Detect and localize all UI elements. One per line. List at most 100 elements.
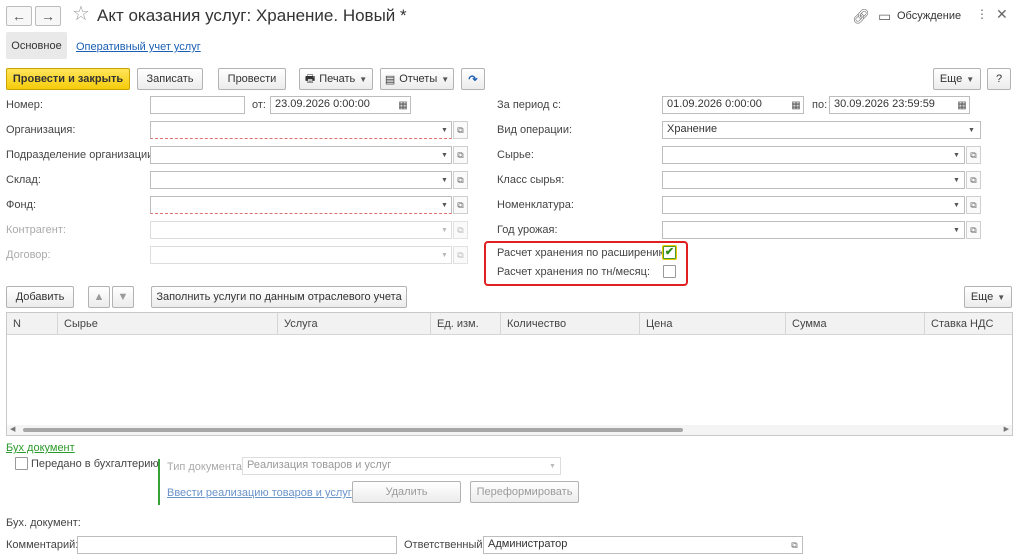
star-icon[interactable]: ☆ [72, 4, 90, 24]
open-icon[interactable]: ⧉ [787, 536, 802, 554]
scroll-left-icon[interactable]: ◀ [10, 425, 15, 433]
organization-label: Организация: [6, 124, 76, 136]
dropdown-icon[interactable]: ▼ [949, 146, 964, 164]
close-icon[interactable]: ✕ [996, 7, 1008, 21]
raw-class-label: Класс сырья: [497, 174, 565, 186]
comment-field[interactable] [77, 536, 397, 554]
dropdown-icon[interactable]: ▼ [949, 221, 964, 239]
column-header[interactable]: Сумма [786, 313, 925, 335]
enter-sale-link[interactable]: Ввести реализацию товаров и услуг [167, 487, 352, 499]
report-icon: ▤ [384, 73, 396, 86]
calendar-icon[interactable]: ▦ [789, 97, 803, 113]
print-label: Печать [319, 73, 356, 85]
open-icon[interactable]: ⧉ [966, 171, 981, 189]
more-button[interactable]: Еще ▼ [933, 68, 981, 90]
open-icon[interactable]: ⧉ [966, 196, 981, 214]
delete-button[interactable]: Удалить [352, 481, 461, 503]
operation-label: Вид операции: [497, 124, 573, 136]
dropdown-icon[interactable]: ▼ [437, 196, 452, 214]
table-more-button[interactable]: Еще ▼ [964, 286, 1012, 308]
more-vertical-icon[interactable]: ⋮ [976, 8, 988, 20]
column-header[interactable]: N [7, 313, 58, 335]
add-row-button[interactable]: Добавить [6, 286, 74, 308]
acc-section-link[interactable]: Бух документ [6, 442, 75, 454]
dropdown-icon[interactable]: ▼ [949, 196, 964, 214]
forward-button[interactable]: → [35, 6, 61, 26]
dropdown-icon[interactable]: ▼ [964, 121, 979, 139]
chevron-down-icon: ▼ [359, 74, 368, 84]
column-header[interactable]: Сырье [58, 313, 278, 335]
dropdown-icon[interactable]: ▼ [437, 121, 452, 139]
period-to-label: по: [812, 99, 828, 111]
tab-main[interactable]: Основное [6, 32, 67, 59]
scroll-right-icon[interactable]: ▶ [1004, 425, 1009, 433]
acc-doc-label: Бух. документ: [6, 517, 81, 529]
arrow-right-icon: → [41, 8, 55, 24]
back-button[interactable]: ← [6, 6, 32, 26]
counterparty-field [150, 221, 452, 239]
horizontal-scrollbar[interactable]: ◀ ▶ [7, 425, 1012, 435]
reform-button[interactable]: Переформировать [470, 481, 579, 503]
move-down-button[interactable]: ▼ [112, 286, 134, 308]
period-from-field[interactable]: 01.09.2026 0:00:00 [662, 96, 804, 114]
calendar-icon[interactable]: ▦ [955, 97, 969, 113]
table-more-label: Еще [970, 291, 994, 303]
link-icon[interactable]: 🔗︎ [852, 9, 870, 23]
open-icon[interactable]: ⧉ [453, 171, 468, 189]
calc-by-extension-checkbox[interactable]: ✔ [662, 245, 677, 260]
harvest-year-field[interactable] [662, 221, 965, 239]
dropdown-icon[interactable]: ▼ [949, 171, 964, 189]
fill-services-button[interactable]: Заполнить услуги по данным отраслевого у… [151, 286, 407, 308]
move-up-button[interactable]: ▲ [88, 286, 110, 308]
responsible-label: Ответственный: [404, 539, 486, 551]
post-close-button[interactable]: Провести и закрыть [6, 68, 130, 90]
redirect-button[interactable]: ↷ [461, 68, 485, 90]
date-field[interactable]: 23.09.2026 0:00:00 [270, 96, 411, 114]
nomenclature-field[interactable] [662, 196, 965, 214]
raw-class-field[interactable] [662, 171, 965, 189]
tab-operational[interactable]: Оперативный учет услуг [76, 41, 201, 53]
column-header[interactable]: Ед. изм. [431, 313, 501, 335]
nomenclature-label: Номенклатура: [497, 199, 574, 211]
column-header[interactable]: Цена [640, 313, 786, 335]
open-icon[interactable]: ⧉ [453, 121, 468, 139]
calendar-icon[interactable]: ▦ [396, 97, 410, 113]
organization-field[interactable] [150, 121, 452, 139]
warehouse-field[interactable] [150, 171, 452, 189]
subdivision-field[interactable] [150, 146, 452, 164]
services-table[interactable]: N Сырье Услуга Ед. изм. Количество Цена … [6, 312, 1013, 436]
transferred-checkbox[interactable] [15, 457, 28, 470]
reports-button[interactable]: ▤ Отчеты ▼ [380, 68, 454, 90]
discussion-icon[interactable]: ▭ [878, 9, 891, 23]
subdivision-label: Подразделение организации: [6, 149, 157, 161]
date-from-label: от: [252, 99, 266, 111]
dropdown-icon[interactable]: ▼ [437, 171, 452, 189]
help-button[interactable]: ? [987, 68, 1011, 90]
open-icon[interactable]: ⧉ [453, 196, 468, 214]
open-icon: ⧉ [453, 221, 468, 239]
fund-field[interactable] [150, 196, 452, 214]
number-field[interactable] [150, 96, 245, 114]
save-button[interactable]: Записать [137, 68, 203, 90]
period-to-field[interactable]: 30.09.2026 23:59:59 [829, 96, 970, 114]
calc-by-ton-month-checkbox[interactable] [663, 265, 676, 278]
responsible-field[interactable]: Администратор [483, 536, 803, 554]
post-button[interactable]: Провести [218, 68, 286, 90]
table-header: N Сырье Услуга Ед. изм. Количество Цена … [7, 313, 1012, 335]
arrow-left-icon: ← [12, 8, 26, 24]
page-title: Акт оказания услуг: Хранение. Новый * [97, 6, 407, 25]
operation-field[interactable]: Хранение [662, 121, 981, 139]
open-icon[interactable]: ⧉ [966, 146, 981, 164]
discussion-link[interactable]: Обсуждение [897, 10, 961, 22]
column-header[interactable]: Количество [501, 313, 640, 335]
scrollbar-thumb[interactable] [23, 428, 683, 432]
dropdown-icon[interactable]: ▼ [437, 146, 452, 164]
counterparty-label: Контрагент: [6, 224, 66, 236]
column-header[interactable]: Услуга [278, 313, 431, 335]
column-header[interactable]: Ставка НДС [925, 313, 1012, 335]
open-icon[interactable]: ⧉ [966, 221, 981, 239]
open-icon[interactable]: ⧉ [453, 146, 468, 164]
print-button[interactable]: 🖶 Печать ▼ [299, 68, 373, 90]
raw-field[interactable] [662, 146, 965, 164]
chevron-down-icon: ▼ [997, 292, 1006, 302]
